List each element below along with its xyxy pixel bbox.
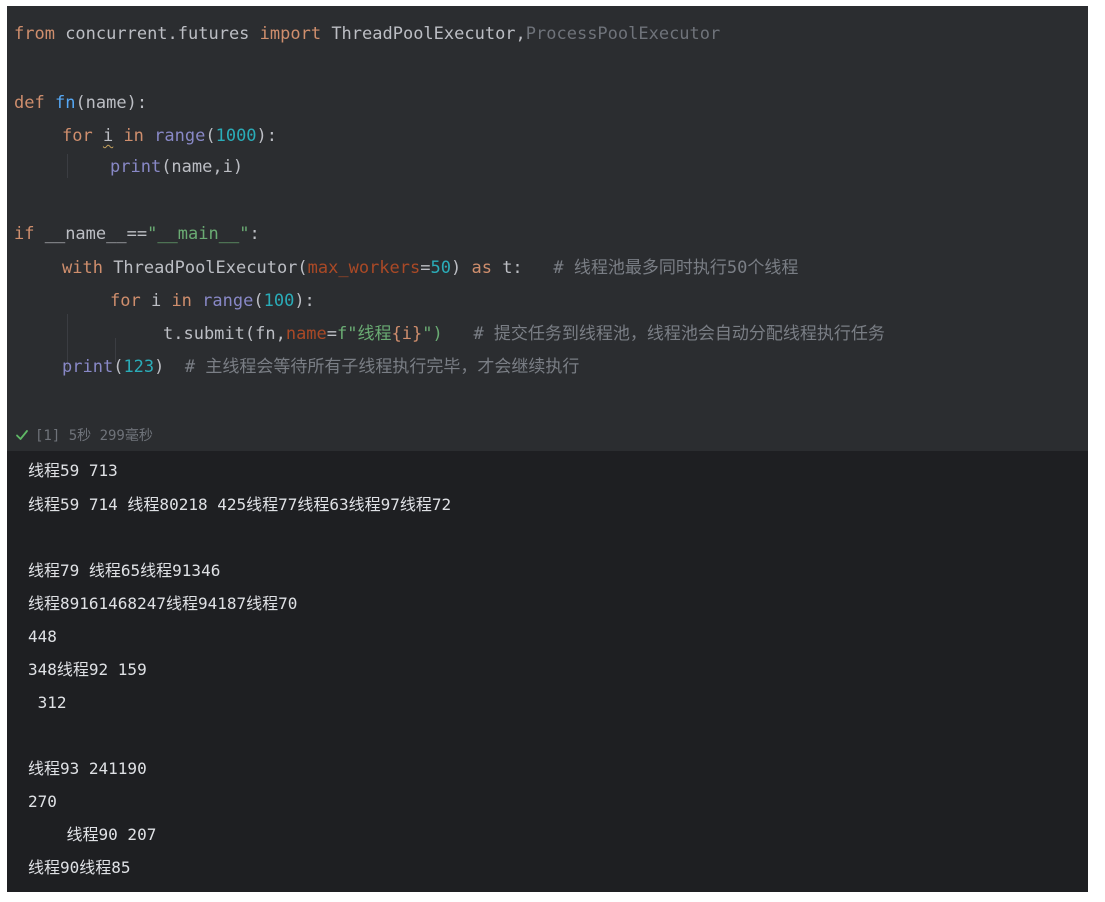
output-line: 线程90 207 (28, 825, 157, 844)
builtin-print: print (62, 357, 114, 377)
code-line-10[interactable]: t.submit(fn,name=f"线程{i}") # 提交任务到线程池，线程… (163, 322, 885, 346)
output-line: 312 (28, 693, 67, 712)
output-line: 348线程92 159 (28, 660, 147, 679)
output-line: 448 (28, 627, 57, 646)
notebook-cell: from concurrent.futures import ThreadPoo… (7, 6, 1088, 892)
string-literal: "__main__" (147, 224, 250, 244)
import-name: ThreadPoolExecutor, (321, 24, 526, 44)
loop-variable: i (102, 126, 114, 146)
number-literal: 1000 (215, 126, 257, 146)
builtin-print: print (110, 157, 162, 177)
code-line-8[interactable]: with ThreadPoolExecutor(max_workers=50) … (62, 256, 798, 280)
output-line: 线程59 714 线程80218 425线程77线程63线程97线程72 (28, 495, 452, 514)
fstring-placeholder: {i} (391, 324, 423, 344)
output-line: 线程59 713 (28, 461, 118, 480)
keyword-as: as (471, 258, 503, 278)
builtin-range: range (202, 291, 254, 311)
code-line-11[interactable]: print(123) # 主线程会等待所有子线程执行完毕，才会继续执行 (62, 355, 579, 379)
keyword-in: in (113, 126, 155, 146)
fstring-literal-end: ") (422, 324, 443, 344)
keyword-from: from (14, 24, 55, 44)
code-line-1[interactable]: from concurrent.futures import ThreadPoo… (14, 22, 720, 46)
colon: : (249, 224, 260, 244)
fstring-literal: f"线程 (337, 324, 392, 344)
paren: ) (450, 258, 472, 278)
keyword-for: for (62, 126, 103, 146)
output-line: 270 (28, 792, 57, 811)
indent-guide (67, 154, 68, 178)
paren: ( (113, 357, 124, 377)
code-comment: # 主线程会等待所有子线程执行完毕，才会继续执行 (184, 357, 580, 377)
keyword-for: for (110, 291, 151, 311)
output-line: 线程79 线程65线程91346 (28, 561, 221, 580)
builtin-range: range (154, 126, 206, 146)
keyword-argument: max_workers (307, 258, 421, 278)
code-comment: # 线程池最多同时执行50个线程 (553, 258, 799, 278)
code-line-4[interactable]: for i in range(1000): (62, 124, 277, 148)
paren: ): (294, 291, 315, 311)
equals: = (420, 258, 431, 278)
keyword-import: import (259, 24, 322, 44)
condition: __name__== (44, 224, 148, 244)
paren: ( (253, 291, 264, 311)
keyword-in: in (161, 291, 203, 311)
paren: ) (154, 357, 165, 377)
alias-variable: t: (502, 258, 523, 278)
print-args: (name,i) (161, 157, 244, 177)
paren: ): (256, 126, 278, 146)
execution-time: [1] 5秒 299毫秒 (35, 428, 153, 444)
cell-output[interactable]: 线程59 713 线程59 714 线程80218 425线程77线程63线程9… (7, 451, 1088, 892)
class-call: ThreadPoolExecutor( (113, 258, 308, 278)
code-comment: # 提交任务到线程池，线程池会自动分配线程执行任务 (473, 324, 885, 344)
keyword-def: def (14, 93, 55, 113)
output-line: 线程90线程85 (28, 858, 131, 877)
loop-variable: i (150, 291, 162, 311)
number-literal: 123 (123, 357, 155, 377)
keyword-if: if (14, 224, 45, 244)
paren: ( (205, 126, 216, 146)
code-line-9[interactable]: for i in range(100): (110, 289, 315, 313)
keyword-with: with (62, 258, 114, 278)
method-call: t.submit(fn, (163, 324, 286, 344)
number-literal: 100 (263, 291, 295, 311)
execution-status: [1] 5秒 299毫秒 (7, 419, 1088, 451)
code-line-5[interactable]: print(name,i) (110, 155, 243, 179)
code-line-7[interactable]: if __name__=="__main__": (14, 222, 260, 246)
function-signature: (name): (75, 93, 148, 113)
keyword-argument: name (285, 324, 327, 344)
output-line: 线程93 241190 (28, 759, 147, 778)
code-line-3[interactable]: def fn(name): (14, 91, 147, 115)
module-name: concurrent.futures (54, 24, 260, 44)
code-editor[interactable]: from concurrent.futures import ThreadPoo… (7, 6, 1088, 450)
function-name: fn (54, 93, 76, 113)
number-literal: 50 (430, 258, 451, 278)
unused-import-name: ProcessPoolExecutor (525, 24, 721, 44)
equals: = (326, 324, 338, 344)
check-icon (16, 430, 28, 440)
output-line: 线程89161468247线程94187线程70 (28, 594, 298, 613)
